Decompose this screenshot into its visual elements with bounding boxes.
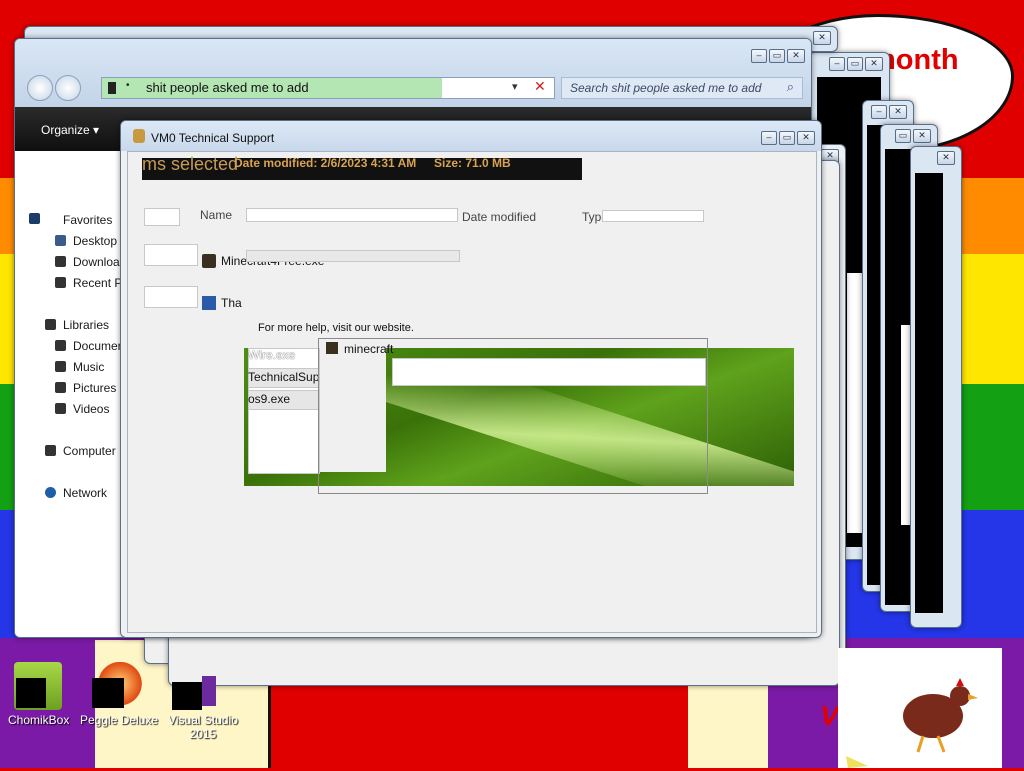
- forward-button[interactable]: [55, 75, 81, 101]
- support-app-icon: [133, 129, 145, 143]
- search-icon[interactable]: ⌕: [787, 79, 794, 95]
- recent-places-icon: [55, 277, 66, 288]
- libraries-icon: [45, 319, 56, 330]
- sidebar-item-favorites[interactable]: Favorites: [63, 213, 112, 227]
- downloads-icon: [55, 256, 66, 267]
- clear-address-icon[interactable]: ✕: [534, 78, 546, 95]
- maximize-button[interactable]: ▭: [769, 49, 785, 63]
- ghost-list-panel: [248, 348, 320, 474]
- file-os9[interactable]: os9.exe: [248, 392, 290, 406]
- back-button[interactable]: [27, 75, 53, 101]
- support-maximize-button[interactable]: ▭: [779, 131, 795, 145]
- visual-studio-label[interactable]: Visual Studio 2015: [158, 713, 248, 741]
- folder-icon: [108, 82, 116, 94]
- minecraft-item[interactable]: minecraft: [344, 342, 393, 356]
- address-bar[interactable]: • shit people asked me to add ▾ ✕: [101, 77, 555, 99]
- pictures-icon: [55, 382, 66, 393]
- navigation-pane: Favorites Desktop Downloa Recent P Libra…: [15, 151, 125, 637]
- star-icon: [29, 213, 40, 224]
- close-button[interactable]: ✕: [787, 49, 805, 63]
- organize-button[interactable]: Organize ▾: [41, 123, 99, 137]
- network-icon: [45, 487, 56, 498]
- desktop-icon: [55, 235, 66, 246]
- documents-icon: [55, 340, 66, 351]
- music-icon: [55, 361, 66, 372]
- column-date-modified[interactable]: Date modified: [462, 210, 536, 224]
- tha-file-icon: [202, 296, 216, 310]
- dropdown-icon[interactable]: ▾: [512, 80, 518, 93]
- support-window: VM0 Technical Support – ▭ ✕ ms selected …: [120, 120, 822, 638]
- sidebar-item-documents[interactable]: Documer: [73, 339, 122, 353]
- row-blank-2: [144, 286, 198, 308]
- support-close-button[interactable]: ✕: [797, 131, 815, 145]
- chevron-right-icon[interactable]: •: [126, 80, 130, 91]
- sidebar-item-libraries[interactable]: Libraries: [63, 318, 109, 332]
- sidebar-item-network[interactable]: Network: [63, 486, 107, 500]
- help-text: For more help, visit our website.: [258, 322, 414, 334]
- paint-yellow-shape-right: [688, 680, 768, 768]
- chicken-icon: [846, 678, 978, 768]
- paint-red-shape: [268, 680, 691, 768]
- peggle-icon[interactable]: [92, 662, 144, 710]
- address-text: shit people asked me to add: [146, 80, 309, 95]
- row-blank-1: [144, 244, 198, 266]
- chomikbox-label[interactable]: ChomikBox: [8, 713, 69, 727]
- sidebar-item-recent[interactable]: Recent P: [73, 276, 122, 290]
- ghost-selected-text: ms selected: [142, 154, 239, 174]
- header-blank-right: [602, 210, 704, 222]
- file-wire[interactable]: Wire.exe: [248, 348, 295, 362]
- ghost-size-text: Size: 71.0 MB: [434, 156, 511, 170]
- sidebar-item-desktop[interactable]: Desktop: [73, 234, 117, 248]
- minecraft-file-icon: [202, 254, 216, 268]
- file-technicalsupp[interactable]: TechnicalSupp: [248, 370, 326, 384]
- computer-icon: [45, 445, 56, 456]
- videos-icon: [55, 403, 66, 414]
- header-blank-mid: [246, 208, 458, 222]
- file-tha[interactable]: Tha: [221, 296, 242, 310]
- support-title: VM0 Technical Support: [151, 131, 275, 145]
- minecraft-item-icon: [326, 342, 338, 354]
- sidebar-item-music[interactable]: Music: [73, 360, 104, 374]
- column-name[interactable]: Name: [200, 208, 232, 222]
- search-box[interactable]: Search shit people asked me to add ⌕: [561, 77, 803, 99]
- header-blank-left: [144, 208, 180, 226]
- chicken-image: [838, 648, 1002, 768]
- sidebar-item-downloads[interactable]: Downloa: [73, 255, 120, 269]
- ghost-dialog-left: [320, 348, 386, 472]
- peggle-label[interactable]: Peggle Deluxe: [80, 713, 158, 727]
- visual-studio-icon[interactable]: [172, 662, 220, 710]
- sidebar-item-videos[interactable]: Videos: [73, 402, 109, 416]
- paint-letter: V: [820, 700, 839, 731]
- support-minimize-button[interactable]: –: [761, 131, 777, 145]
- sidebar-item-pictures[interactable]: Pictures: [73, 381, 116, 395]
- bg-window-4: ✕: [910, 146, 962, 628]
- ghost-input: [392, 358, 706, 386]
- chomikbox-icon[interactable]: [14, 662, 62, 710]
- search-placeholder: Search shit people asked me to add: [570, 81, 762, 95]
- support-body: ms selected Date modified: 2/6/2023 4:31…: [127, 151, 817, 633]
- file-row-overlay: [246, 250, 460, 262]
- minimize-button[interactable]: –: [751, 49, 767, 63]
- support-titlebar: VM0 Technical Support: [121, 121, 821, 151]
- ghost-modified-text: Date modified: 2/6/2023 4:31 AM: [234, 156, 417, 170]
- sidebar-item-computer[interactable]: Computer: [63, 444, 116, 458]
